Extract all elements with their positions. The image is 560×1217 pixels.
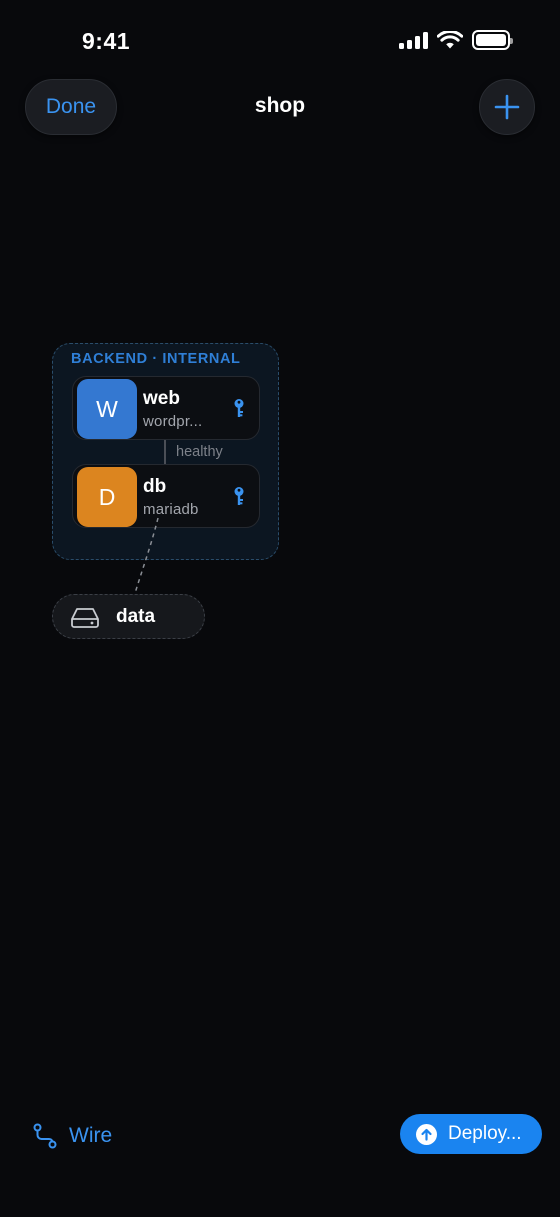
page-title: shop bbox=[254, 94, 306, 117]
key-icon bbox=[234, 487, 244, 505]
deploy-button[interactable]: Deploy... bbox=[400, 1114, 542, 1154]
service-name: db bbox=[143, 476, 167, 497]
status-icons bbox=[399, 30, 513, 50]
service-avatar: D bbox=[77, 467, 137, 527]
battery-icon bbox=[472, 30, 513, 50]
plus-icon bbox=[494, 94, 520, 120]
drive-icon bbox=[71, 608, 99, 628]
wire-button[interactable]: Wire bbox=[33, 1118, 112, 1154]
volume-name: data bbox=[116, 606, 156, 627]
arrow-up-circle-icon bbox=[416, 1123, 437, 1145]
link-status-label: healthy bbox=[176, 444, 223, 460]
service-card-web[interactable]: W web wordpr... bbox=[72, 376, 260, 440]
service-image: mariadb bbox=[143, 501, 199, 518]
connector-icon bbox=[33, 1123, 57, 1149]
service-name: web bbox=[143, 388, 180, 409]
key-icon bbox=[234, 399, 244, 417]
cellular-signal-icon bbox=[399, 31, 428, 49]
group-label: BACKEND · INTERNAL bbox=[71, 351, 241, 367]
deploy-label: Deploy... bbox=[448, 1123, 522, 1144]
status-time: 9:41 bbox=[82, 28, 131, 54]
service-avatar: W bbox=[77, 379, 137, 439]
wifi-icon bbox=[437, 30, 463, 48]
wire-label: Wire bbox=[69, 1124, 113, 1147]
volume-node-data[interactable]: data bbox=[52, 594, 205, 639]
service-card-db[interactable]: D db mariadb bbox=[72, 464, 260, 528]
service-image: wordpr... bbox=[143, 413, 203, 430]
status-bar: 9:41 bbox=[0, 0, 560, 80]
app-screen: 9:41 Done shop BACKEND · INTERNAL health… bbox=[0, 0, 560, 1217]
add-button[interactable] bbox=[479, 79, 535, 135]
